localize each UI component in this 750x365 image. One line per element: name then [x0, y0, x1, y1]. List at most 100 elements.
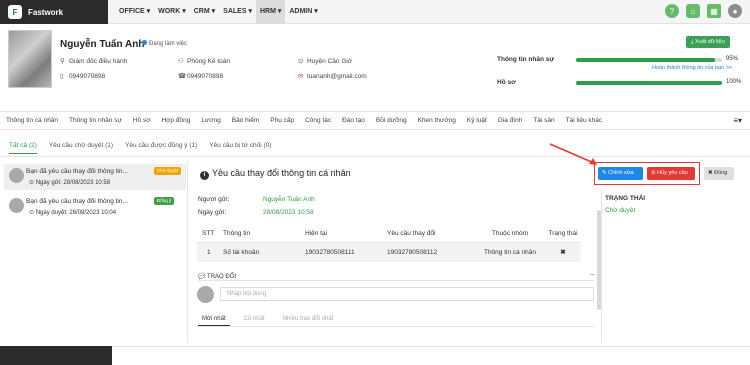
cell-requested: 19032780508112 — [387, 242, 475, 262]
tab-salary[interactable]: Lương — [201, 117, 220, 124]
tab-records[interactable]: Hồ sơ — [133, 117, 151, 124]
stat-label-hr-info: Thông tin nhân sự — [497, 56, 555, 63]
tab-hr-info[interactable]: Thông tin nhân sự — [69, 117, 122, 124]
comment-tabs: Mới nhất Cũ nhất Nhiều trao đổi nhất — [198, 316, 337, 326]
reject-x-icon: ✖ — [545, 242, 581, 262]
profile-phone-mobile: ▯ 0949070898 — [60, 72, 105, 80]
mobile-phone-icon: ▯ — [60, 73, 64, 80]
stat-pct-hr-info: 95% — [726, 56, 739, 62]
profile-phone-desk: ☎0949070898 — [178, 72, 223, 80]
info-icon: i — [200, 171, 209, 180]
cell-current: 19032780508111 — [305, 242, 387, 262]
complete-info-link[interactable]: Hoàn thành thông tin của bạn >> — [652, 65, 732, 71]
tab-personal-info[interactable]: Thông tin cá nhân — [6, 117, 58, 124]
close-button[interactable]: ✖ Đóng — [704, 167, 734, 180]
profile-email-text: tuananh@gmail.com — [307, 73, 367, 80]
menu-admin[interactable]: ADMIN ▾ — [285, 0, 321, 24]
edit-button[interactable]: ✎ Chỉnh sửa — [598, 167, 643, 180]
tab-assets[interactable]: Tài sản — [533, 117, 554, 124]
tab-development[interactable]: Bồi dưỡng — [376, 117, 407, 124]
tab-other-documents[interactable]: Tài liệu khác — [566, 117, 603, 124]
user-avatar-icon[interactable]: ● — [728, 4, 742, 18]
table-row: 1 Số tài khoản 19032780508111 1903278050… — [197, 242, 581, 262]
tab-contracts[interactable]: Hợp đồng — [161, 117, 190, 124]
location-pin-icon: ⊙ — [298, 58, 304, 65]
menu-office[interactable]: OFFICE ▾ — [115, 0, 154, 24]
subtab-all[interactable]: Tất cả (2) — [9, 142, 37, 154]
request-item[interactable]: Bạn đã yêu cầu thay đổi thông tin... ⊙ N… — [4, 194, 186, 220]
request-list: Bạn đã yêu cầu thay đổi thông tin... ⊙ N… — [0, 160, 188, 343]
request-title: Bạn đã yêu cầu thay đổi thông tin... — [26, 168, 128, 175]
home-icon[interactable]: ⌂ — [686, 4, 700, 18]
annotation-arrow-icon — [549, 143, 597, 165]
status-badge: Chờ duyệt — [154, 167, 181, 175]
profile-phone2-text: 0949070898 — [187, 73, 224, 80]
cell-group: Thông tin cá nhân — [475, 242, 545, 262]
export-label: Xuất dữ liệu — [694, 39, 725, 45]
telephone-icon: ☎ — [178, 73, 187, 80]
tab-allowance[interactable]: Phụ cấp — [270, 117, 294, 124]
profile-email: ✉ tuananh@gmail.com — [298, 72, 367, 80]
help-icon[interactable]: ? — [665, 4, 679, 18]
col-requested: Yêu cầu thay đổi — [387, 226, 475, 243]
top-navbar: F Fastwork OFFICE ▾ WORK ▾ CRM ▾ SALES ▾… — [0, 0, 750, 24]
sender-value: Nguyễn Tuấn Anh — [263, 196, 315, 203]
subtab-rejected[interactable]: Yêu cầu bị từ chối (0) — [209, 142, 271, 154]
col-status: Trạng thái — [545, 226, 581, 243]
profile-position-text: Giám đốc điều hành — [69, 58, 128, 65]
tab-discipline[interactable]: Kỷ luật — [467, 117, 487, 124]
sender-label: Người gửi: — [198, 196, 230, 203]
date-label: Ngày gửi: — [198, 209, 227, 216]
tab-business-trip[interactable]: Công tác — [305, 117, 331, 124]
tab-insurance[interactable]: Bảo hiểm — [232, 117, 259, 124]
tab-most-discussed[interactable]: Nhiều trao đổi nhất — [279, 316, 338, 326]
brand[interactable]: F Fastwork — [0, 0, 108, 24]
status-value: Chờ duyệt — [605, 207, 636, 214]
status-label: TRẠNG THÁI — [605, 195, 646, 202]
status-dot-icon — [142, 40, 147, 45]
cell-field: Số tài khoản — [223, 242, 305, 262]
apps-grid-icon[interactable]: ▦ — [707, 4, 721, 18]
progress-fill-hr-info — [576, 58, 715, 62]
email-icon: ✉ — [298, 73, 304, 80]
request-item[interactable]: Bạn đã yêu cầu thay đổi thông tin... ⊙ N… — [4, 164, 186, 190]
divider — [198, 280, 594, 281]
profile-location: ⊙ Huyện Cần Giờ — [298, 57, 352, 65]
menu-sales[interactable]: SALES ▾ — [219, 0, 256, 24]
tab-newest[interactable]: Mới nhất — [198, 316, 230, 326]
profile-position: ⚲ Giám đốc điều hành — [60, 57, 127, 65]
avatar — [9, 198, 24, 213]
subtab-pending[interactable]: Yêu cầu chờ duyệt (1) — [49, 142, 113, 154]
tabs-menu-icon[interactable]: ≡▾ — [733, 116, 742, 125]
stat-pct-records: 100% — [726, 79, 742, 85]
cancel-request-button[interactable]: ⊘ Hủy yêu cầu — [647, 167, 695, 180]
profile-photo — [8, 30, 52, 88]
tab-family[interactable]: Gia đình — [498, 117, 523, 124]
status-badge: Đồng ý — [154, 197, 175, 205]
date-value: 28/08/2023 10:58 — [263, 209, 314, 216]
tab-rewards[interactable]: Khen thưởng — [418, 117, 456, 124]
request-title: Bạn đã yêu cầu thay đổi thông tin... — [26, 198, 128, 205]
tab-training[interactable]: Đào tạo — [342, 117, 365, 124]
profile-department: ⚇ Phòng Kế toán — [178, 57, 230, 65]
request-date: ⊙ Ngày gửi: 28/08/2023 10:58 — [29, 180, 111, 186]
col-stt: STT — [197, 226, 223, 243]
subtab-approved[interactable]: Yêu cầu được đồng ý (1) — [125, 142, 197, 154]
collapse-icon[interactable]: − — [590, 272, 594, 279]
divider — [0, 156, 750, 157]
cell-stt: 1 — [197, 242, 223, 262]
tab-oldest[interactable]: Cũ nhất — [240, 316, 269, 326]
menu-hrm[interactable]: HRM ▾ — [255, 0, 286, 24]
comment-input[interactable]: Nhập nội dung — [220, 287, 594, 301]
request-date: ⊙ Ngày duyệt: 28/08/2023 10:04 — [29, 210, 117, 216]
detail-title-text: Yêu cầu thay đổi thông tin cá nhân — [212, 168, 351, 178]
col-field: Thông tin — [223, 226, 305, 243]
avatar — [9, 168, 24, 183]
profile-department-text: Phòng Kế toán — [187, 58, 231, 65]
app-name: Fastwork — [28, 7, 64, 17]
changes-table: STT Thông tin Hiện tại Yêu cầu thay đổi … — [197, 226, 581, 262]
people-icon: ⚇ — [178, 58, 184, 65]
export-data-button[interactable]: ⤓ Xuất dữ liệu — [686, 36, 730, 48]
menu-work[interactable]: WORK ▾ — [154, 0, 190, 24]
menu-crm[interactable]: CRM ▾ — [190, 0, 219, 24]
